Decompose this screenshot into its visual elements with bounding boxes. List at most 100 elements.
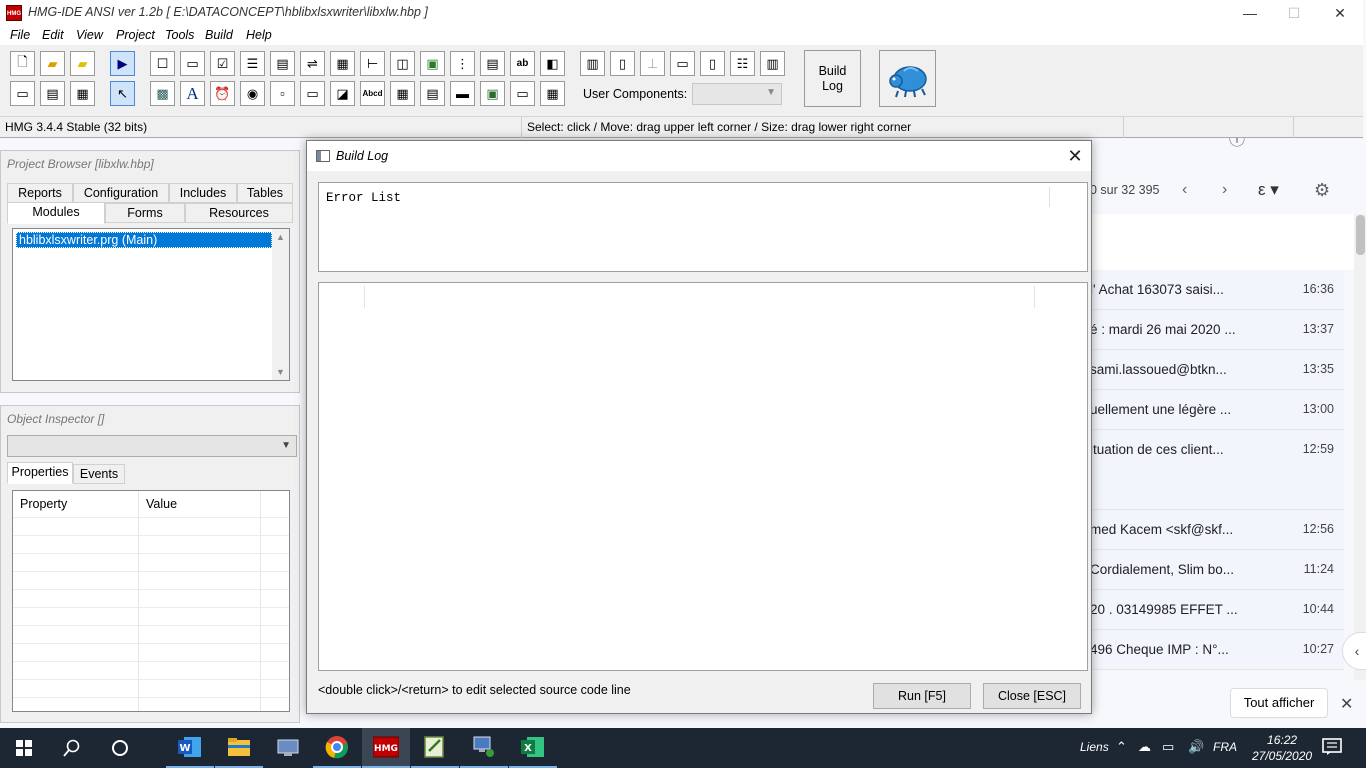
checkbutton-control-icon[interactable]: ⇌	[300, 51, 325, 76]
timer-control-icon[interactable]: ⏰	[210, 81, 235, 106]
email-row[interactable]: sami.lassoued@btkn... 13:35	[1090, 350, 1344, 390]
error-list-box[interactable]: Error List	[318, 182, 1088, 272]
tab-reports[interactable]: Reports	[7, 183, 73, 203]
action-center-icon[interactable]	[1322, 738, 1342, 756]
menu-build[interactable]: Build	[205, 28, 233, 42]
input-language-indicator[interactable]: FRA	[1213, 740, 1237, 754]
chevron-up-icon[interactable]: ⌃	[1116, 739, 1127, 755]
richedit-control-icon[interactable]: Abcd	[360, 81, 385, 106]
cloud-icon[interactable]: ☁	[1138, 739, 1151, 755]
close-icon[interactable]: ✕	[1063, 144, 1087, 168]
build-log-button[interactable]: Build Log	[804, 50, 861, 107]
document-icon[interactable]: ▯	[700, 51, 725, 76]
email-row[interactable]: é : mardi 26 mai 2020 ... 13:37	[1090, 310, 1344, 350]
frame-icon[interactable]: ▭	[670, 51, 695, 76]
open-project-icon[interactable]: ▰	[70, 51, 95, 76]
tab-includes[interactable]: Includes	[169, 183, 237, 203]
taskbar-remote[interactable]	[264, 728, 312, 768]
report-icon[interactable]: ▥	[580, 51, 605, 76]
menu-project[interactable]: Project	[116, 28, 155, 42]
browse-control-icon[interactable]: ▤	[420, 81, 445, 106]
text-document-icon[interactable]: ▤	[40, 81, 65, 106]
activex-control-icon[interactable]: ▣	[480, 81, 505, 106]
module-list-scrollbar[interactable]: ▲ ▼	[272, 229, 289, 380]
textbox-control-icon[interactable]: ab	[510, 51, 535, 76]
network-tray-icon[interactable]: ▭	[1162, 739, 1174, 755]
table-row[interactable]	[13, 571, 289, 572]
taskbar-chrome[interactable]	[313, 728, 361, 768]
radio-control-icon[interactable]: ◉	[240, 81, 265, 106]
links-toolbar-label[interactable]: Liens	[1080, 740, 1109, 754]
system-clock[interactable]: 16:22 27/05/2020	[1252, 732, 1312, 764]
tab-properties[interactable]: Properties	[7, 462, 73, 484]
open-folder-icon[interactable]: ▰	[40, 51, 65, 76]
table-row[interactable]	[13, 679, 289, 680]
grid-control-icon[interactable]: ▦	[330, 51, 355, 76]
tab-configuration[interactable]: Configuration	[73, 183, 169, 203]
checkbox-control-icon[interactable]: ☑	[210, 51, 235, 76]
background-scrollbar[interactable]	[1354, 214, 1366, 680]
minimize-button[interactable]: —	[1227, 0, 1273, 26]
page-icon[interactable]: ▯	[610, 51, 635, 76]
monthcal-control-icon[interactable]: ▦	[390, 81, 415, 106]
settings-gear-icon[interactable]: ⚙	[1314, 180, 1330, 201]
side-panel-toggle-icon[interactable]: ‹	[1342, 632, 1366, 670]
taskbar-network[interactable]	[460, 728, 508, 768]
tab-events[interactable]: Events	[73, 464, 125, 484]
table-row[interactable]	[13, 589, 289, 590]
email-row[interactable]: 20 . 03149985 EFFET ... 10:44	[1090, 590, 1344, 630]
email-row[interactable]: Cordialement, Slim bo... 11:24	[1090, 550, 1344, 590]
menu-editor-icon[interactable]: ☷	[730, 51, 755, 76]
datepicker-control-icon[interactable]: ▤	[480, 51, 505, 76]
disabled-chart-icon[interactable]: ⊥	[640, 51, 665, 76]
taskbar-explorer[interactable]	[215, 728, 263, 768]
email-row[interactable]: med Kacem <skf@skf... 12:56	[1090, 510, 1344, 550]
tree-control-icon[interactable]: ⋮	[450, 51, 475, 76]
menu-help[interactable]: Help	[246, 28, 272, 42]
toolbox-icon[interactable]: ▩	[150, 81, 175, 106]
ide-title-bar[interactable]: HMG HMG-IDE ANSI ver 1.2b [ E:\DATACONCE…	[0, 0, 1363, 26]
tab-modules[interactable]: Modules	[7, 202, 105, 224]
email-row[interactable]: uellement une légère ... 13:00	[1090, 390, 1344, 430]
new-file-icon[interactable]: 🗋	[10, 51, 35, 76]
table-row[interactable]	[13, 517, 289, 518]
listbox-control-icon[interactable]: ☰	[240, 51, 265, 76]
email-row[interactable]: 496 Cheque IMP : N°... 10:27	[1090, 630, 1344, 670]
table-row[interactable]	[13, 697, 289, 698]
panel-control-icon[interactable]: ▭	[510, 81, 535, 106]
run-icon[interactable]: ▶	[110, 51, 135, 76]
scroll-down-icon[interactable]: ▼	[276, 367, 285, 377]
progress-control-icon[interactable]: ◪	[330, 81, 355, 106]
search-button[interactable]	[48, 728, 96, 768]
tab-control-icon[interactable]: ▭	[300, 81, 325, 106]
taskbar-editor[interactable]	[411, 728, 459, 768]
table-row[interactable]	[13, 625, 289, 626]
build-output-list[interactable]	[318, 282, 1088, 671]
email-row[interactable]: l' Achat 163073 saisi... 16:36	[1090, 270, 1344, 310]
window-icon[interactable]: ▭	[10, 81, 35, 106]
input-tools-icon[interactable]: ε ▾	[1258, 180, 1279, 200]
tab-forms[interactable]: Forms	[105, 203, 185, 223]
menu-tools[interactable]: Tools	[165, 28, 194, 42]
table-row[interactable]	[13, 553, 289, 554]
user-components-select[interactable]: ▼	[692, 83, 782, 105]
column-header-property[interactable]: Property	[20, 497, 67, 511]
volume-icon[interactable]: 🔊	[1188, 739, 1204, 755]
table-editor-icon[interactable]: ▥	[760, 51, 785, 76]
show-all-button[interactable]: Tout afficher	[1230, 688, 1328, 718]
close-button[interactable]: Close [ESC]	[983, 683, 1081, 709]
taskbar-word[interactable]: W	[166, 728, 214, 768]
taskbar-hmg-ide[interactable]: HMG	[362, 728, 410, 768]
hyperlink-control-icon[interactable]: ▫	[270, 81, 295, 106]
label-control-icon[interactable]: A	[180, 81, 205, 106]
build-log-title-bar[interactable]: Build Log ✕	[307, 141, 1091, 171]
module-list[interactable]: hblibxlsxwriter.prg (Main) ▲ ▼	[12, 228, 290, 381]
menu-edit[interactable]: Edit	[42, 28, 64, 42]
spinner-control-icon[interactable]: ◫	[390, 51, 415, 76]
menu-view[interactable]: View	[76, 28, 103, 42]
combobox-control-icon[interactable]: ▤	[270, 51, 295, 76]
property-grid[interactable]: Property Value	[12, 490, 290, 712]
memo-icon[interactable]: ▦	[70, 81, 95, 106]
propgrid-control-icon[interactable]: ▦	[540, 81, 565, 106]
column-header-value[interactable]: Value	[146, 497, 177, 511]
